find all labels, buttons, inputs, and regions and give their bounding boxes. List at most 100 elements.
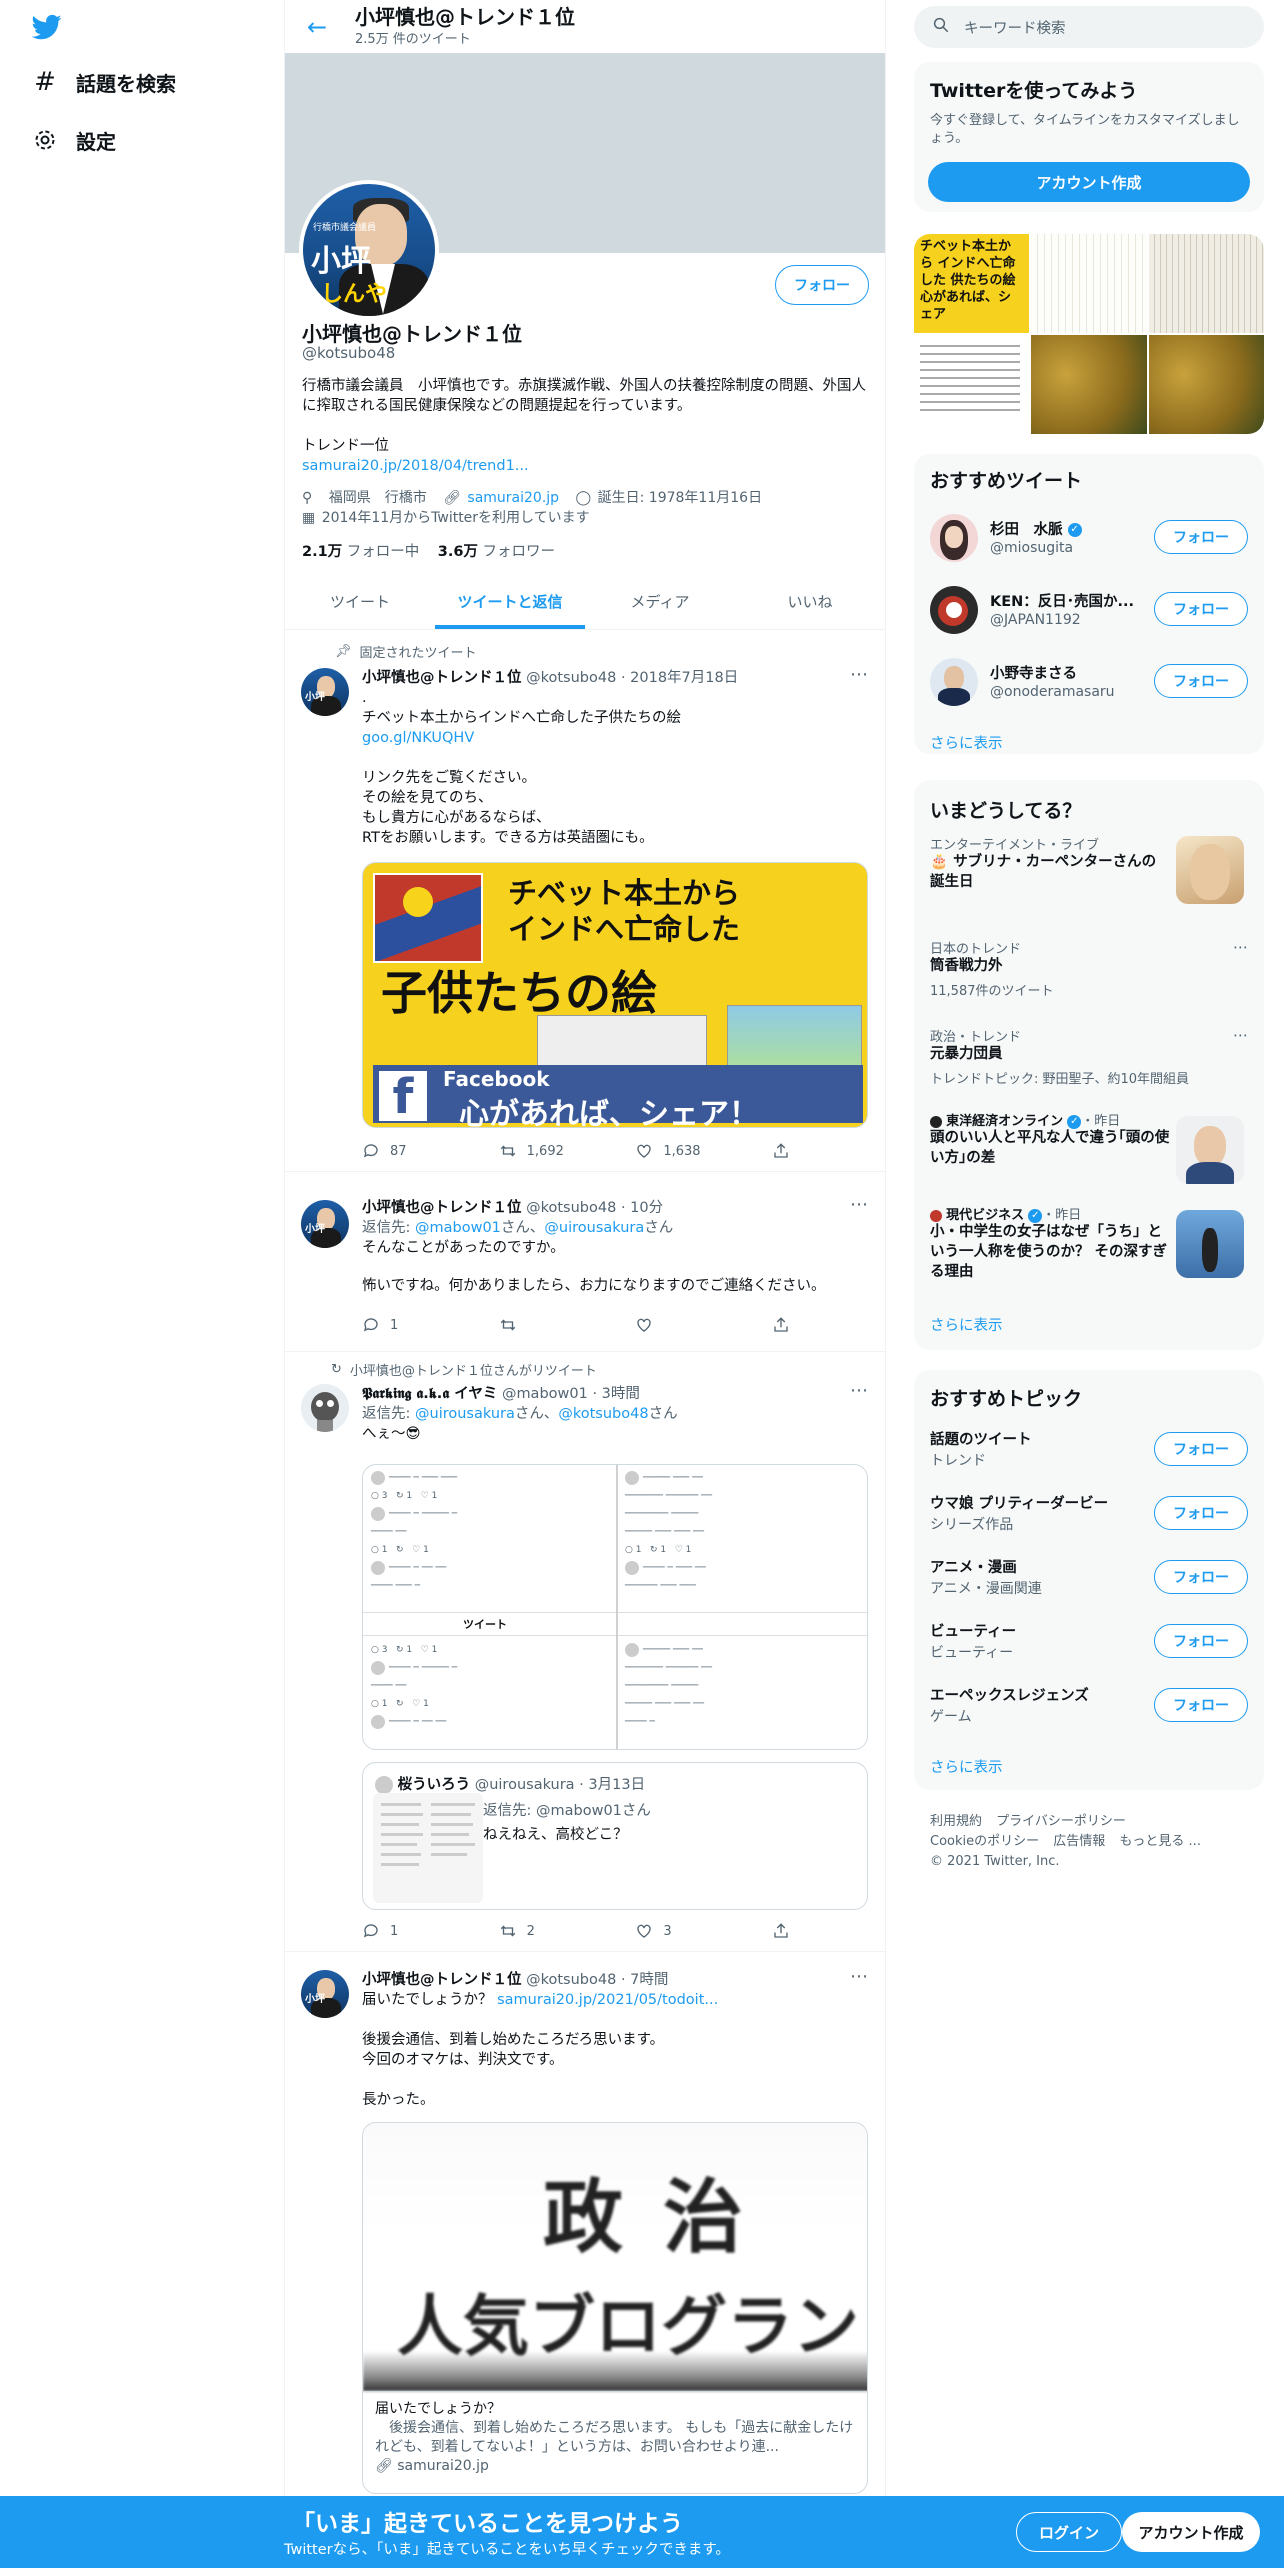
like-button[interactable] (635, 1316, 735, 1334)
tweet-image-tibet[interactable]: チベット本土から インドへ亡命した 子供たちの絵 f Facebook 心があれば… (362, 862, 868, 1128)
topic-follow-button[interactable]: フォロー (1154, 1432, 1248, 1466)
media-thumb[interactable] (1148, 234, 1264, 333)
trend-more-icon[interactable]: ⋯ (1233, 938, 1248, 956)
profile-website[interactable]: samurai20.jp (467, 490, 559, 506)
footer-more[interactable]: もっと見る ... (1119, 1834, 1201, 1849)
share-button[interactable] (772, 1316, 792, 1334)
tweet-link[interactable]: goo.gl/NKUQHV (362, 730, 474, 746)
reply-mention[interactable]: @uirousakura (544, 1220, 644, 1236)
back-arrow-icon[interactable]: ← (297, 7, 337, 47)
trend-more-icon[interactable]: ⋯ (1233, 1026, 1248, 1044)
footer-ads[interactable]: 広告情報 (1053, 1834, 1105, 1849)
reply-button[interactable]: 1 (362, 1316, 462, 1334)
trend-item[interactable]: 東洋経済オンライン ✓ ・昨日 頭のいい人と平凡な人で違う｢頭の使い方｣の差 (914, 1110, 1264, 1196)
media-thumb[interactable]: チベット本土から インドへ亡命した 供たちの絵 心があれば、シェア (914, 234, 1030, 333)
topic-follow-button[interactable]: フォロー (1154, 1688, 1248, 1722)
bio-link[interactable]: samurai20.jp/2018/04/trend1... (302, 458, 529, 474)
retweet-button[interactable]: 1,692 (499, 1142, 599, 1160)
reply-mention[interactable]: @mabow01 (415, 1220, 501, 1236)
media-thumb[interactable] (914, 335, 1030, 434)
following-link[interactable]: 2.1万 フォロー中 (302, 544, 419, 560)
tweet-author-name[interactable]: 小坪慎也@トレンド１位 (362, 1972, 522, 1988)
link-card[interactable]: 政治 人気ブログラン 届いたでしょうか？ 後援会通信、到着し始めたころだろ思いま… (362, 2122, 868, 2494)
rec-follow-button[interactable]: フォロー (1154, 664, 1248, 698)
topic-item[interactable]: ビューティー ビューティー フォロー (914, 1610, 1264, 1674)
media-thumb[interactable] (1148, 335, 1264, 434)
media-grid[interactable]: チベット本土から インドへ亡命した 供たちの絵 心があれば、シェア (914, 234, 1264, 434)
topic-item[interactable]: ウマ娘 プリティーダービー シリーズ作品 フォロー (914, 1482, 1264, 1546)
tweet-screenshot-collage[interactable]: ──── ─ ─── ─── ○ 3 ↻ 1 ♡ 1 ──── ─ ───── ─… (362, 1464, 868, 1750)
topics-show-more[interactable]: さらに表示 (930, 1756, 1003, 1777)
tweet-author-name[interactable]: 小坪慎也@トレンド１位 (362, 1200, 522, 1216)
tweet-avatar[interactable]: 小坪 (301, 668, 349, 716)
tab-tweets-replies[interactable]: ツイートと返信 (435, 574, 585, 629)
rec-follow-button[interactable]: フォロー (1154, 592, 1248, 626)
profile-avatar[interactable]: 行橋市議会議員 小坪 しんや (299, 180, 439, 320)
more-options-icon[interactable]: ⋯ (850, 664, 869, 685)
topic-item[interactable]: 話題のツイート トレンド フォロー (914, 1418, 1264, 1482)
tweet-avatar[interactable]: 小坪 (301, 1200, 349, 1248)
footer-cookies[interactable]: Cookieのポリシー (930, 1834, 1039, 1849)
tweet-time[interactable]: 3時間 (602, 1386, 640, 1402)
topic-item[interactable]: エーペックスレジェンズ ゲーム フォロー (914, 1674, 1264, 1738)
rec-show-more[interactable]: さらに表示 (930, 732, 1003, 753)
topic-item[interactable]: アニメ・漫画 アニメ・漫画関連 フォロー (914, 1546, 1264, 1610)
quoted-tweet[interactable]: 桜ういろう @uirousakura · 3月13日 返信先: @mabow01… (362, 1762, 868, 1910)
reply-button[interactable]: 1 (362, 1922, 462, 1940)
reply-suffix: さん (644, 1220, 674, 1236)
topic-follow-button[interactable]: フォロー (1154, 1496, 1248, 1530)
rec-user[interactable]: KEN：反日･売国か... @JAPAN1192 フォロー (914, 574, 1264, 646)
profile-follow-button[interactable]: フォロー (775, 265, 869, 305)
reply-button[interactable]: 87 (362, 1142, 462, 1160)
trend-item[interactable]: エンターテイメント・ライブ 🎂 サブリナ・カーペンターさんの誕生日 (914, 834, 1264, 920)
tweet-author-name[interactable]: 𝕻𝖆𝖗𝖐𝖎𝖓𝖌 𝖆.𝖐.𝖆 イヤミ (362, 1386, 497, 1402)
login-button[interactable]: ログイン (1016, 2512, 1122, 2552)
create-account-button[interactable]: アカウント作成 (928, 162, 1250, 202)
tab-likes[interactable]: いいね (735, 574, 885, 629)
trend-item[interactable]: 日本のトレンド 筒香戦力外 11,587件のツイート ⋯ (914, 938, 1264, 1018)
footer-privacy[interactable]: プライバシーポリシー (996, 1814, 1126, 1829)
tab-tweets[interactable]: ツイート (285, 574, 435, 629)
twitter-bird-icon[interactable] (30, 12, 64, 42)
tweet-line: へぇ〜😎 (362, 1426, 421, 1442)
media-thumb[interactable] (1031, 335, 1147, 434)
trend-item[interactable]: 政治・トレンド 元暴力団員 トレンドトピック: 野田聖子、約10年間組員 ⋯ (914, 1026, 1264, 1106)
tweet-time[interactable]: 7時間 (630, 1972, 668, 1988)
tweet-avatar[interactable]: 小坪 (301, 1970, 349, 2018)
tweet-time[interactable]: 2018年7月18日 (630, 670, 738, 686)
share-button[interactable] (772, 1142, 792, 1160)
retweet-icon (500, 1319, 515, 1331)
rec-user[interactable]: 小野寺まさる @onoderamasaru フォロー (914, 646, 1264, 718)
media-thumb[interactable] (1031, 234, 1147, 333)
nav-settings[interactable]: 設定 (32, 120, 116, 160)
more-options-icon[interactable]: ⋯ (850, 1380, 869, 1401)
retweet-button[interactable] (499, 1316, 599, 1334)
more-options-icon[interactable]: ⋯ (850, 1194, 869, 1215)
tweet-reply[interactable]: 小坪 小坪慎也@トレンド１位 @kotsubo48 · 10分 ⋯ 返信先: @… (285, 1172, 885, 1352)
share-button[interactable] (772, 1922, 792, 1940)
tweet-time[interactable]: 10分 (630, 1200, 663, 1216)
tweet-avatar[interactable] (301, 1384, 349, 1432)
topic-follow-button[interactable]: フォロー (1154, 1560, 1248, 1594)
reply-mention[interactable]: @uirousakura (415, 1406, 515, 1422)
trend-item[interactable]: 現代ビジネス ✓ ・昨日 小・中学生の女子はなぜ「うち」という一人称を使うのか？ … (914, 1204, 1264, 1304)
tweet-line: そんなことがあったのですか。 (362, 1240, 565, 1256)
tweet-link[interactable]: samurai20.jp/2021/05/todoit... (497, 1992, 718, 2008)
rec-follow-button[interactable]: フォロー (1154, 520, 1248, 554)
more-options-icon[interactable]: ⋯ (850, 1966, 869, 1987)
nav-explore[interactable]: # 話題を検索 (32, 62, 176, 102)
trends-show-more[interactable]: さらに表示 (930, 1314, 1003, 1335)
topic-title: ウマ娘 プリティーダービー (930, 1496, 1109, 1512)
tweet-author-name[interactable]: 小坪慎也@トレンド１位 (362, 670, 522, 686)
signup-button[interactable]: アカウント作成 (1122, 2512, 1260, 2552)
like-button[interactable]: 3 (635, 1922, 735, 1940)
retweet-button[interactable]: 2 (499, 1922, 599, 1940)
topic-follow-button[interactable]: フォロー (1154, 1624, 1248, 1658)
like-button[interactable]: 1,638 (635, 1142, 735, 1160)
reply-mention[interactable]: @kotsubo48 (558, 1406, 648, 1422)
tab-media[interactable]: メディア (585, 574, 735, 629)
search-box[interactable]: キーワード検索 (914, 6, 1264, 48)
rec-user[interactable]: 杉田 水脈 ✓ @miosugita フォロー (914, 502, 1264, 574)
followers-link[interactable]: 3.6万 フォロワー (438, 544, 555, 560)
footer-terms[interactable]: 利用規約 (930, 1814, 982, 1829)
